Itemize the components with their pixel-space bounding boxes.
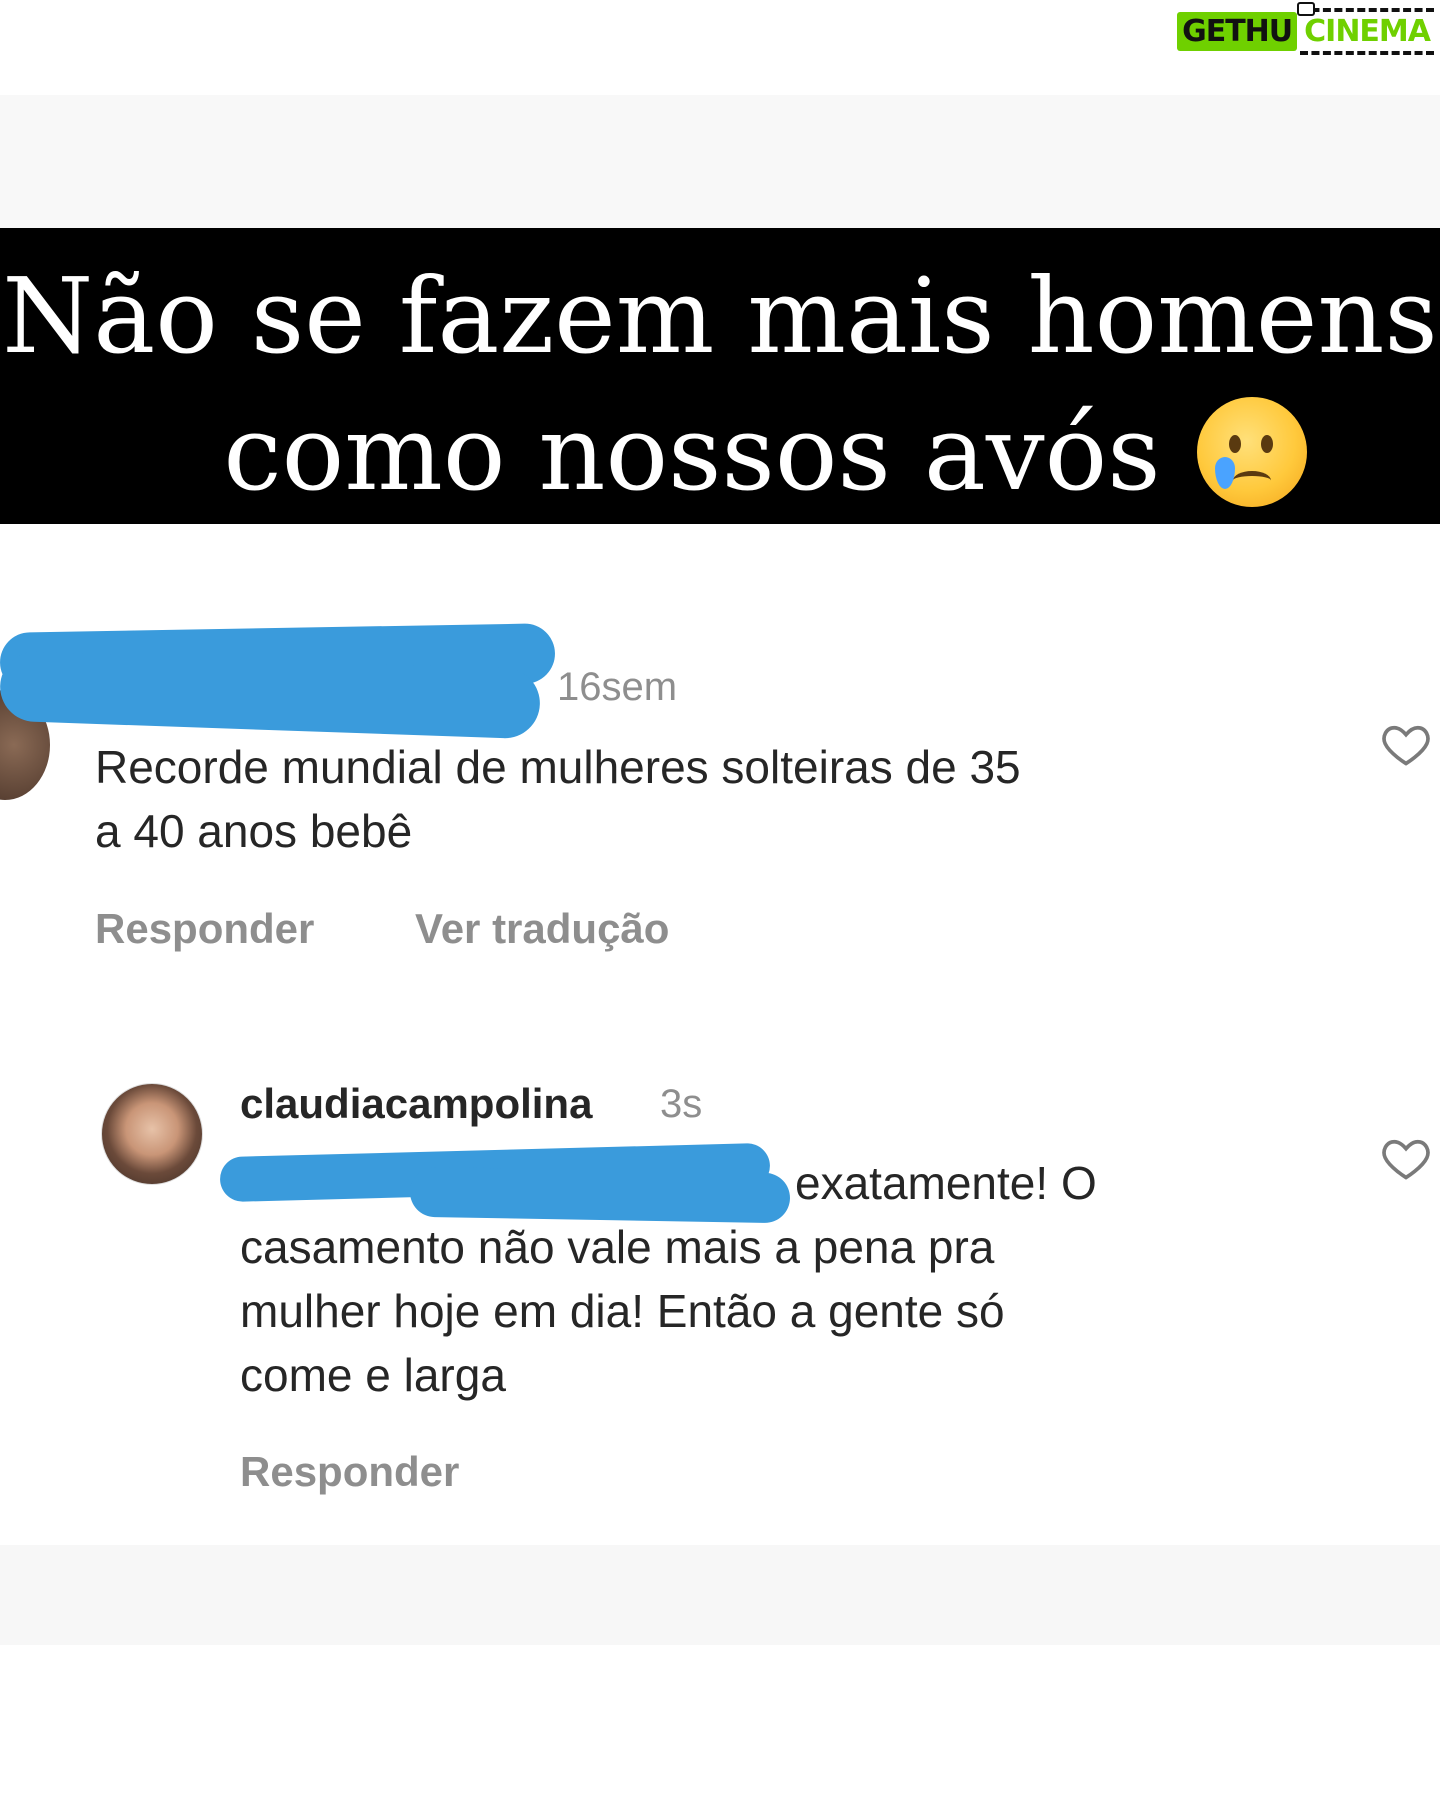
- avatar[interactable]: [101, 1083, 203, 1185]
- watermark-left: GETHU: [1177, 11, 1298, 51]
- reply-button[interactable]: Responder: [95, 905, 314, 953]
- comment-text-line-2: casamento não vale mais a pena pra: [240, 1221, 995, 1273]
- heart-icon[interactable]: [1380, 1132, 1432, 1184]
- camera-icon: [1297, 2, 1316, 16]
- comment-text-line-3: mulher hoje em dia! Então a gente só: [240, 1285, 1005, 1337]
- comment-text-line-1: exatamente! O: [795, 1157, 1097, 1209]
- heart-icon[interactable]: [1380, 718, 1432, 770]
- banner-line-2: como nossos avós: [0, 393, 1440, 513]
- watermark-logo: GETHU CINEMA: [1177, 2, 1434, 56]
- reply-button[interactable]: Responder: [240, 1448, 459, 1496]
- comment-timestamp: 16sem: [557, 665, 678, 709]
- banner-line-2-text: como nossos avós: [223, 392, 1161, 514]
- comment-text-line-2: a 40 anos bebê: [95, 805, 413, 857]
- redaction-scribble: [409, 1166, 791, 1224]
- bottom-gray-panel: [0, 1545, 1440, 1645]
- comment-text-line-4: come e larga: [240, 1349, 506, 1401]
- comment-text-line-1: Recorde mundial de mulheres solteiras de…: [95, 741, 1021, 793]
- caption-banner: Não se fazem mais homens como nossos avó…: [0, 228, 1440, 524]
- banner-line-1: Não se fazem mais homens: [2, 255, 1438, 377]
- see-translation-button[interactable]: Ver tradução: [415, 905, 669, 953]
- crying-face-icon: [1196, 397, 1307, 507]
- top-gray-panel: [0, 95, 1440, 230]
- comment-username[interactable]: claudiacampolina: [240, 1080, 592, 1128]
- watermark-right: CINEMA: [1300, 7, 1434, 55]
- comment-timestamp: 3s: [660, 1082, 703, 1126]
